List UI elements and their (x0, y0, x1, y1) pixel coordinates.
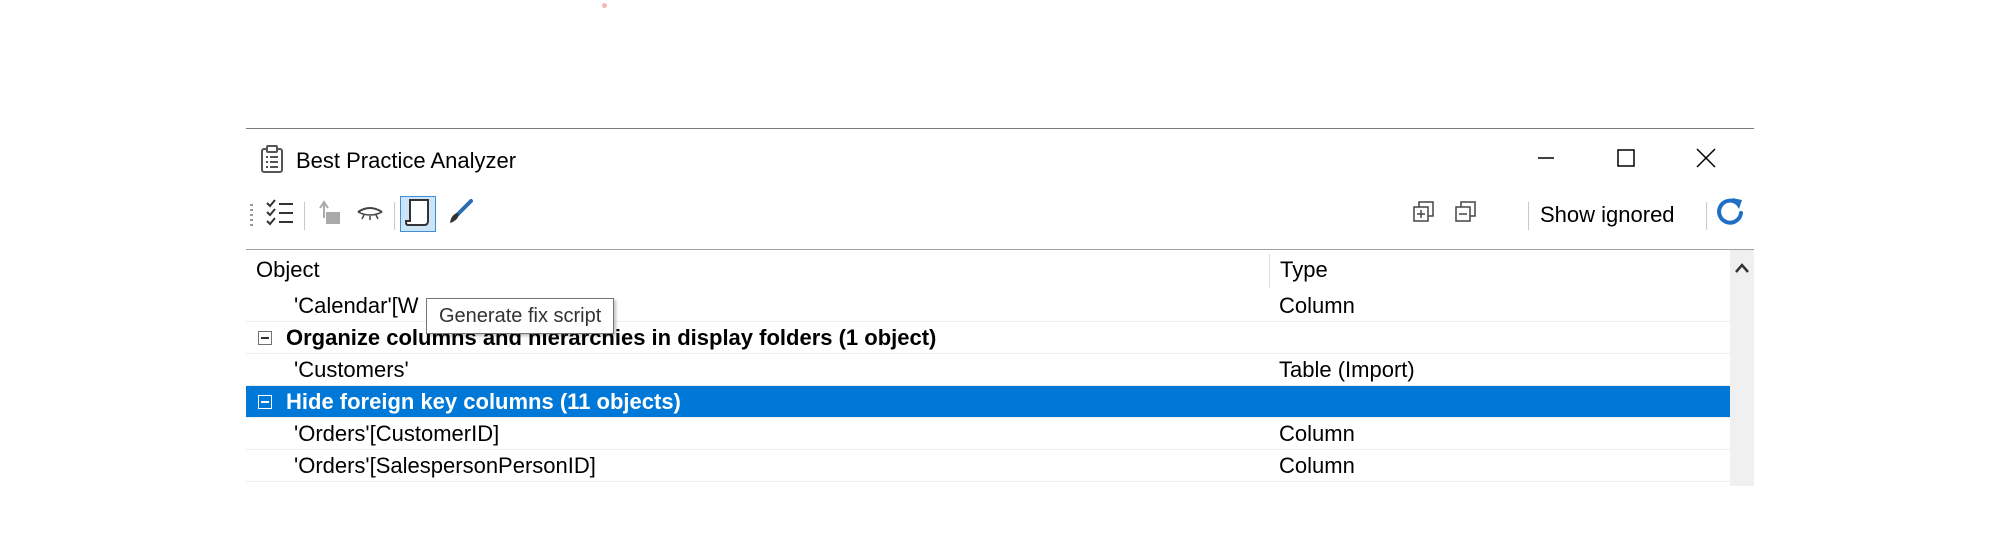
close-icon (1695, 147, 1717, 174)
collapse-all-icon (1453, 199, 1479, 230)
vertical-scrollbar[interactable] (1730, 250, 1754, 486)
object-cell: 'Calendar'[W (294, 293, 419, 318)
maximize-icon (1616, 148, 1636, 173)
rule-name-cell: Hide foreign key columns (11 objects) (286, 389, 681, 414)
rule-group-row-selected[interactable]: Hide foreign key columns (11 objects) (246, 386, 1730, 418)
column-header-object[interactable]: Object (246, 250, 1269, 290)
table-row[interactable]: 'Customers' Table (Import) (246, 354, 1730, 386)
checklist-icon (265, 198, 295, 231)
minimize-button[interactable] (1514, 136, 1578, 184)
generate-fix-script-button[interactable] (400, 196, 436, 232)
expand-all-button[interactable] (1406, 196, 1442, 232)
toolbar-grip[interactable] (250, 204, 253, 228)
maximize-button[interactable] (1594, 136, 1658, 184)
tooltip: Generate fix script (426, 298, 615, 334)
toolbar-separator (394, 202, 395, 230)
table-row[interactable]: 'Orders'[CustomerID] Column (246, 418, 1730, 450)
toolbar-separator (1706, 202, 1707, 230)
close-button[interactable] (1674, 136, 1738, 184)
object-cell: 'Customers' (294, 357, 409, 382)
ignore-eye-icon (355, 200, 385, 229)
clipboard-icon (260, 145, 284, 173)
toolbar-separator (304, 202, 305, 230)
brush-icon (446, 198, 474, 231)
goto-object-button[interactable] (312, 196, 348, 232)
toolbar: Show ignored (246, 190, 1754, 240)
refresh-button[interactable] (1712, 196, 1748, 232)
scroll-up-button[interactable] (1730, 258, 1754, 282)
minimize-icon (1536, 148, 1556, 173)
object-cell: 'Orders'[CustomerID] (294, 421, 500, 446)
collapse-icon[interactable] (258, 331, 272, 345)
type-cell: Table (Import) (1279, 357, 1415, 382)
ignore-button[interactable] (352, 196, 388, 232)
type-cell: Column (1279, 293, 1355, 318)
checklist-button[interactable] (262, 196, 298, 232)
chevron-up-icon (1734, 261, 1750, 279)
script-icon (404, 197, 432, 232)
brush-button[interactable] (442, 196, 478, 232)
toolbar-separator (1528, 202, 1529, 230)
type-cell: Column (1279, 421, 1355, 446)
refresh-icon (1714, 196, 1746, 233)
collapse-icon[interactable] (258, 395, 272, 409)
object-cell: 'Orders'[SalespersonPersonID] (294, 453, 596, 478)
type-cell: Column (1279, 453, 1355, 478)
expand-all-icon (1411, 199, 1437, 230)
results-grid: Object Type 'Calendar'[W Column Organize… (246, 249, 1754, 486)
title-bar: Best Practice Analyzer (246, 128, 1754, 188)
goto-object-icon (316, 198, 344, 231)
grid-header: Object Type (246, 250, 1730, 290)
window-title: Best Practice Analyzer (296, 148, 517, 173)
show-ignored-toggle[interactable]: Show ignored (1536, 200, 1679, 230)
table-row[interactable]: 'Orders'[SalespersonPersonID] Column (246, 450, 1730, 482)
collapse-all-button[interactable] (1448, 196, 1484, 232)
decorative-dot (602, 3, 607, 8)
column-header-type[interactable]: Type (1270, 250, 1730, 290)
